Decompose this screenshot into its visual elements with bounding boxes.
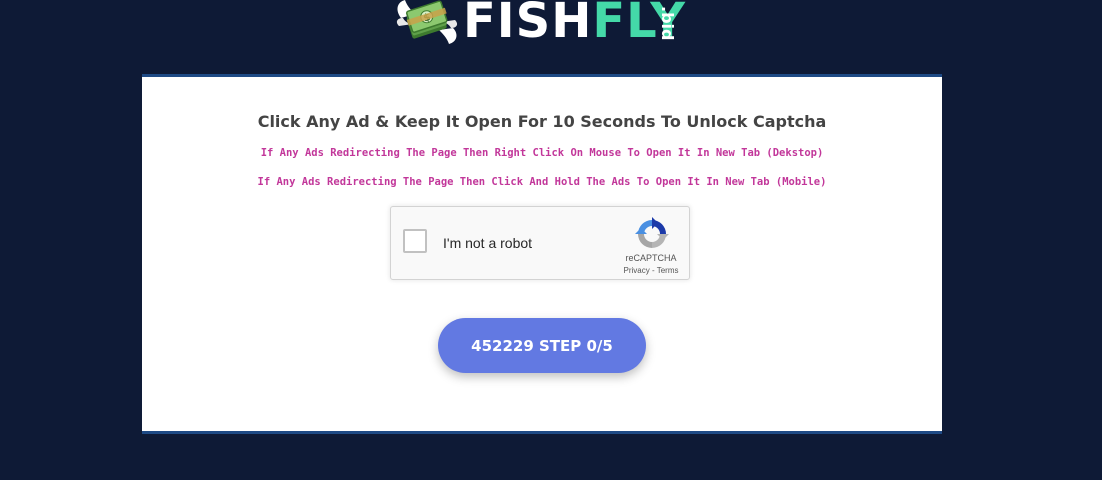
recaptcha-widget: I'm not a robot reCAPTCHA Privacy - Term… [390, 206, 690, 280]
brand-tld: .bid [658, 6, 677, 41]
links-separator: - [649, 266, 657, 275]
site-logo[interactable]: $ FISHFLY .bid [0, 0, 1102, 56]
instruction-heading: Click Any Ad & Keep It Open For 10 Secon… [257, 112, 827, 131]
desktop-note: If Any Ads Redirecting The Page Then Rig… [260, 147, 824, 159]
brand-name: FISHFLY [463, 0, 686, 50]
recaptcha-links: Privacy - Terms [613, 266, 689, 275]
recaptcha-label: I'm not a robot [443, 235, 533, 251]
recaptcha-brand: reCAPTCHA [625, 253, 677, 263]
privacy-link[interactable]: Privacy [624, 266, 650, 275]
captcha-card: Click Any Ad & Keep It Open For 10 Secon… [142, 74, 942, 434]
flying-money-icon: $ [396, 0, 458, 44]
terms-link[interactable]: Terms [657, 266, 679, 275]
logo-inner: $ FISHFLY .bid [391, 0, 711, 56]
step-button[interactable]: 452229 STEP 0/5 [438, 318, 646, 373]
brand-part-fish: FISH [463, 0, 593, 49]
mobile-note: If Any Ads Redirecting The Page Then Cli… [257, 176, 827, 188]
recaptcha-logo-icon [635, 217, 669, 248]
recaptcha-checkbox[interactable] [403, 229, 427, 253]
